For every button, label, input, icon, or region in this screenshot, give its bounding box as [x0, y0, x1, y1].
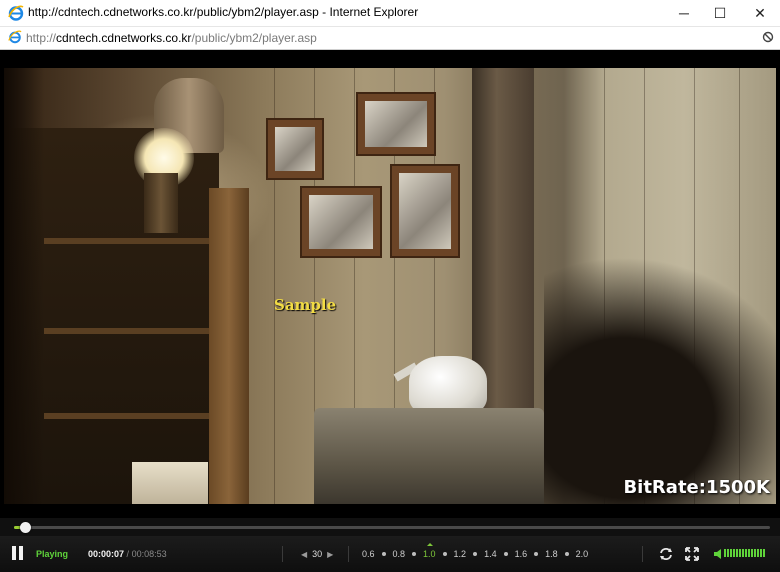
- volume-bar: [763, 549, 765, 557]
- maximize-button[interactable]: ☐: [700, 0, 740, 26]
- speed-option[interactable]: 1.8: [545, 549, 558, 559]
- volume-bar: [733, 549, 735, 557]
- speed-separator-dot: [473, 551, 478, 556]
- pause-button[interactable]: [12, 536, 26, 572]
- minimize-icon: ─: [679, 5, 689, 21]
- divider: [282, 546, 283, 562]
- video-frame: [4, 68, 776, 504]
- speed-separator-dot: [534, 551, 539, 556]
- speed-selector: 0.6 0.8 1.0 1.2 1.4 1.6 1.8 2.0: [362, 536, 588, 572]
- speed-separator-dot: [412, 551, 417, 556]
- url-host: cdntech.cdnetworks.co.kr: [56, 31, 192, 45]
- speed-separator-dot: [381, 551, 386, 556]
- volume-bar: [745, 549, 747, 557]
- volume-bar: [751, 549, 753, 557]
- speed-option[interactable]: 1.2: [454, 549, 467, 559]
- address-bar[interactable]: http://cdntech.cdnetworks.co.kr/public/y…: [0, 26, 780, 50]
- volume-bar: [748, 549, 750, 557]
- stove: [314, 408, 544, 504]
- speed-option[interactable]: 1.0: [423, 543, 436, 559]
- speed-option[interactable]: 0.6: [362, 549, 375, 559]
- title-bar: http://cdntech.cdnetworks.co.kr/public/y…: [0, 0, 780, 26]
- total-duration: 00:08:53: [131, 549, 167, 559]
- speed-option[interactable]: 2.0: [576, 549, 589, 559]
- volume-bar: [742, 549, 744, 557]
- window-title: http://cdntech.cdnetworks.co.kr/public/y…: [28, 5, 419, 19]
- ie-page-icon: [8, 30, 22, 44]
- seek-bar[interactable]: [0, 518, 780, 536]
- skip-back-button[interactable]: ◀: [301, 550, 307, 559]
- blocked-icon[interactable]: [762, 31, 774, 43]
- picture-frame: [266, 118, 324, 180]
- volume-bar: [760, 549, 762, 557]
- speed-option[interactable]: 1.6: [515, 549, 528, 559]
- picture-frame: [300, 186, 382, 258]
- volume-bar: [727, 549, 729, 557]
- skip-seconds: 30: [312, 549, 323, 559]
- speed-separator-dot: [442, 551, 447, 556]
- repeat-icon[interactable]: [658, 546, 674, 562]
- playback-status: Playing: [36, 549, 69, 559]
- fullscreen-icon[interactable]: [684, 546, 700, 562]
- volume-slider[interactable]: [724, 549, 765, 557]
- speed-separator-dot: [564, 551, 569, 556]
- pause-icon: [12, 546, 26, 562]
- seek-track[interactable]: [14, 522, 770, 533]
- divider: [348, 546, 349, 562]
- time-separator: /: [126, 549, 130, 559]
- address-url[interactable]: http://cdntech.cdnetworks.co.kr/public/y…: [26, 31, 317, 45]
- volume-bar: [736, 549, 738, 557]
- volume-bar: [739, 549, 741, 557]
- speed-option[interactable]: 0.8: [393, 549, 406, 559]
- maximize-icon: ☐: [713, 4, 727, 21]
- current-time: 00:00:07: [88, 549, 125, 559]
- player-controls: Playing 00:00:07 / 00:08:53 ◀ 30 ▶ 0.6 0.…: [0, 536, 780, 572]
- divider: [642, 546, 643, 562]
- bitrate-label: BitRate:1500K: [623, 477, 770, 498]
- volume-bar: [757, 549, 759, 557]
- volume-bar: [724, 549, 726, 557]
- volume-bar: [754, 549, 756, 557]
- minimize-button[interactable]: ─: [664, 0, 704, 26]
- skip-control: ◀ 30 ▶: [296, 536, 338, 572]
- picture-frame: [390, 164, 460, 258]
- picture-frame: [356, 92, 436, 156]
- watermark-text: Sample: [274, 296, 337, 314]
- internet-explorer-icon: [8, 5, 24, 21]
- teakettle: [409, 356, 487, 416]
- url-scheme: http://: [26, 31, 57, 45]
- skip-forward-button[interactable]: ▶: [327, 550, 333, 559]
- volume-bar: [730, 549, 732, 557]
- time-display: 00:00:07 / 00:08:53: [88, 536, 167, 572]
- video-viewport[interactable]: Sample BitRate:1500K: [4, 52, 776, 504]
- speed-separator-dot: [503, 551, 508, 556]
- seek-handle[interactable]: [19, 522, 31, 533]
- url-path: /public/ybm2/player.asp: [191, 31, 317, 45]
- close-button[interactable]: ✕: [740, 0, 780, 26]
- close-icon: ✕: [754, 4, 766, 21]
- speed-option[interactable]: 1.4: [484, 549, 497, 559]
